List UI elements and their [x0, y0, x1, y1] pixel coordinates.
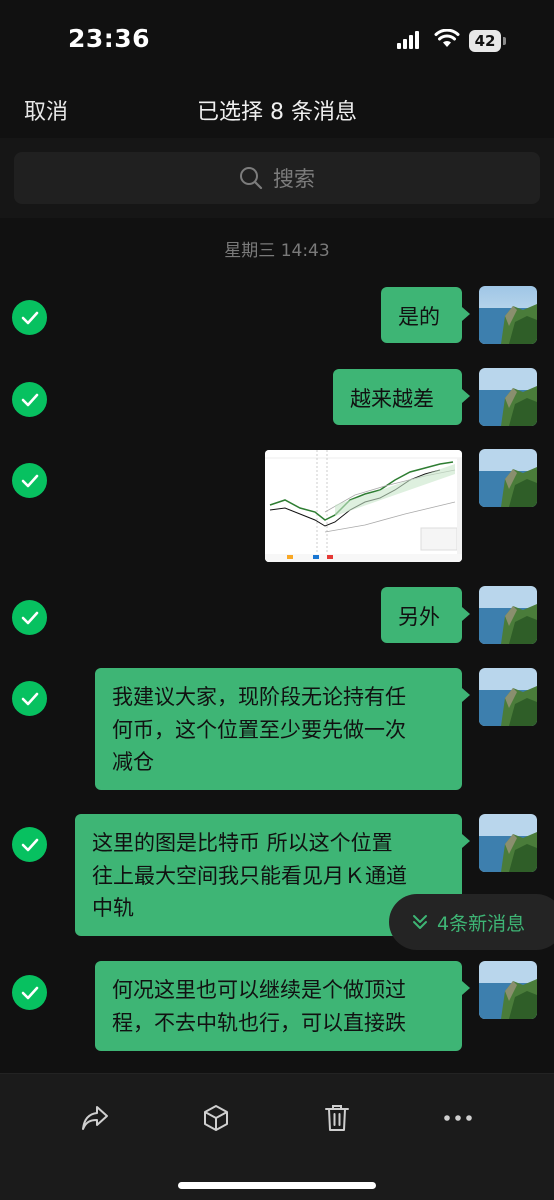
chart-thumbnail: [265, 450, 462, 562]
battery-level: 42: [474, 32, 496, 50]
wifi-icon: [434, 29, 460, 47]
check-icon: [21, 692, 38, 705]
avatar[interactable]: [479, 449, 537, 507]
message-line: 我建议大家，现阶段无论持有任: [112, 685, 406, 709]
image-message[interactable]: [265, 450, 462, 562]
message-line: 这里的图是比特币 所以这个位置: [92, 831, 393, 855]
check-icon: [21, 393, 38, 406]
message-line: 何况这里也可以继续是个做顶过: [112, 978, 406, 1002]
message-text: 越来越差: [350, 387, 434, 411]
check-icon: [21, 611, 38, 624]
search-input[interactable]: 搜索: [14, 152, 540, 204]
new-messages-label: 4条新消息: [437, 912, 526, 935]
search-icon: [240, 167, 263, 190]
avatar[interactable]: [479, 368, 537, 426]
nav-bar: 取消 已选择 8 条消息: [0, 80, 554, 136]
status-bar: 23:36 42: [0, 0, 554, 80]
home-indicator: [178, 1182, 376, 1189]
chat-selection-screen: 23:36 42 取消 已选择 8 条消息 搜索 星期三 14:43 是的 越来…: [0, 0, 554, 1200]
message-line: 程，不去中轨也行，可以直接跌: [112, 1010, 406, 1035]
check-icon: [21, 474, 38, 487]
more-button[interactable]: [436, 1096, 480, 1140]
double-chevron-down-icon: [413, 915, 427, 929]
message-timestamp: 星期三 14:43: [224, 241, 330, 261]
select-checkbox[interactable]: [12, 463, 47, 498]
bottom-toolbar: [0, 1073, 554, 1200]
signal-icon: [397, 31, 419, 49]
message-bubble[interactable]: 越来越差: [333, 369, 470, 425]
select-checkbox[interactable]: [12, 681, 47, 716]
check-icon: [21, 986, 38, 999]
chat-area[interactable]: 星期三 14:43 是的 越来越差 另外 我建议大家，现阶段无论持有任 何币，这…: [0, 218, 554, 1073]
new-messages-button[interactable]: 4条新消息: [389, 894, 554, 950]
page-title: 已选择 8 条消息: [197, 100, 357, 125]
message-bubble[interactable]: 何况这里也可以继续是个做顶过 程，不去中轨也行，可以直接跌: [95, 961, 470, 1051]
status-time: 23:36: [68, 24, 151, 53]
avatar[interactable]: [479, 286, 537, 344]
select-checkbox[interactable]: [12, 827, 47, 862]
message-bubble[interactable]: 是的: [381, 287, 470, 343]
more-icon: [444, 1115, 472, 1121]
message-line: 往上最大空间我只能看见月Ｋ通道: [92, 863, 407, 888]
select-checkbox[interactable]: [12, 382, 47, 417]
message-bubble[interactable]: 我建议大家，现阶段无论持有任 何币，这个位置至少要先做一次 减仓: [95, 668, 470, 790]
avatar[interactable]: [479, 961, 537, 1019]
cube-icon: [204, 1105, 228, 1131]
message-bubble[interactable]: 另外: [381, 587, 470, 643]
message-line: 减仓: [112, 750, 154, 775]
select-checkbox[interactable]: [12, 975, 47, 1010]
check-icon: [21, 838, 38, 851]
avatar[interactable]: [479, 814, 537, 872]
message-text: 是的: [398, 305, 440, 329]
select-checkbox[interactable]: [12, 300, 47, 335]
forward-button[interactable]: [73, 1096, 117, 1140]
select-checkbox[interactable]: [12, 600, 47, 635]
forward-icon: [82, 1106, 108, 1130]
check-icon: [21, 311, 38, 324]
trash-icon: [325, 1105, 349, 1131]
avatar[interactable]: [479, 668, 537, 726]
message-text: 另外: [398, 605, 440, 629]
avatar[interactable]: [479, 586, 537, 644]
delete-button[interactable]: [315, 1096, 359, 1140]
search-section: 搜索: [0, 138, 554, 218]
message-line: 何币，这个位置至少要先做一次: [112, 717, 406, 742]
battery-icon: 42: [469, 30, 506, 52]
favorite-button[interactable]: [194, 1096, 238, 1140]
search-placeholder: 搜索: [273, 167, 315, 191]
